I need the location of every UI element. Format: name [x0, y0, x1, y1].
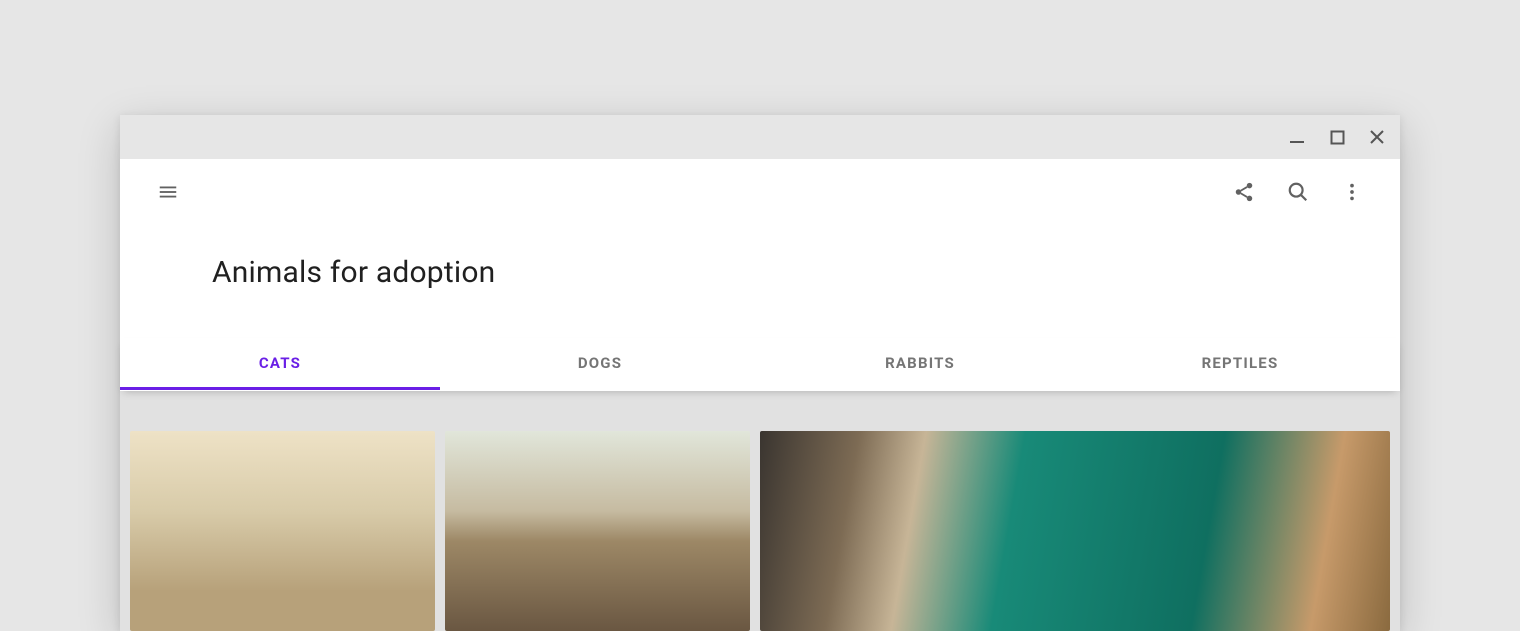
hamburger-icon: [157, 181, 179, 203]
animal-card[interactable]: [760, 431, 1390, 631]
window-close-button[interactable]: [1368, 128, 1386, 146]
tab-label: CATS: [259, 354, 301, 372]
tab-indicator: [120, 387, 440, 390]
maximize-icon: [1330, 130, 1345, 145]
window-titlebar: [120, 115, 1400, 159]
share-icon: [1233, 181, 1255, 203]
tab-dogs[interactable]: DOGS: [440, 338, 760, 390]
tab-label: DOGS: [578, 354, 622, 372]
tab-reptiles[interactable]: REPTILES: [1080, 338, 1400, 390]
page-header: Animals for adoption: [120, 225, 1400, 338]
tab-cats[interactable]: CATS: [120, 338, 440, 390]
animal-card[interactable]: [130, 431, 435, 631]
app-window: Animals for adoption CATS DOGS RABBITS R…: [120, 115, 1400, 631]
more-vert-icon: [1341, 181, 1363, 203]
search-button[interactable]: [1278, 172, 1318, 212]
animal-card[interactable]: [445, 431, 750, 631]
more-button[interactable]: [1332, 172, 1372, 212]
search-icon: [1287, 181, 1309, 203]
close-icon: [1369, 129, 1385, 145]
app-top-bar: [120, 159, 1400, 225]
window-minimize-button[interactable]: [1288, 128, 1306, 146]
share-button[interactable]: [1224, 172, 1264, 212]
tab-rabbits[interactable]: RABBITS: [760, 338, 1080, 390]
content-grid: [120, 391, 1400, 631]
minimize-icon: [1289, 129, 1305, 145]
tab-bar: CATS DOGS RABBITS REPTILES: [120, 338, 1400, 391]
window-maximize-button[interactable]: [1328, 128, 1346, 146]
menu-button[interactable]: [148, 172, 188, 212]
tab-label: RABBITS: [885, 354, 955, 372]
page-title: Animals for adoption: [212, 255, 1400, 290]
tab-label: REPTILES: [1202, 354, 1279, 372]
